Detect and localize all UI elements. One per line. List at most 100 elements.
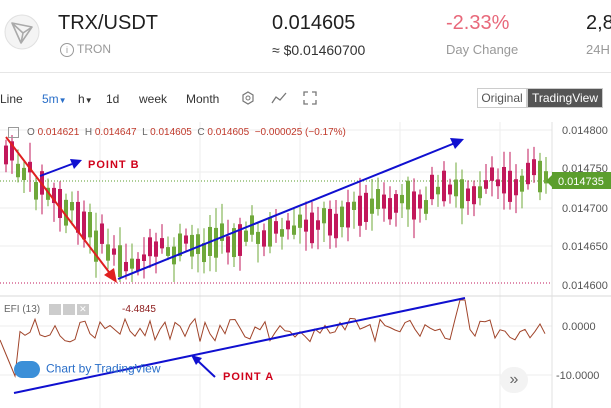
candle-body: [508, 170, 512, 202]
current-price-badge: 0.014735: [546, 172, 611, 189]
caret-down-icon: ▼: [58, 96, 67, 105]
candle-body: [214, 227, 218, 258]
low-label: L: [142, 127, 148, 139]
credit-text: Chart by TradingView: [46, 361, 161, 376]
view-tradingview-button[interactable]: TradingView: [527, 88, 603, 108]
candle-body: [334, 213, 338, 239]
candle-body: [106, 244, 110, 261]
candle-body: [22, 167, 26, 181]
view-original-button[interactable]: Original: [477, 88, 527, 108]
candle-body: [430, 174, 434, 200]
candle-body: [472, 186, 476, 205]
candle-body: [460, 179, 464, 209]
candle-body: [346, 202, 350, 228]
candle-body: [268, 217, 272, 247]
candle-body: [400, 194, 404, 204]
candle-body: [352, 201, 356, 210]
candle-body: [292, 225, 296, 235]
candle-body: [424, 200, 428, 214]
fullscreen-icon[interactable]: [303, 91, 317, 108]
point-a-pointer-arrow: [191, 355, 216, 378]
interval-line[interactable]: Line: [0, 92, 23, 106]
candle-body: [328, 208, 332, 236]
interval-5m[interactable]: 5m▼: [42, 92, 67, 106]
efi-visibility-icon[interactable]: [48, 304, 61, 315]
interval-week[interactable]: week: [139, 92, 167, 106]
candle-body: [382, 194, 386, 209]
candle-body: [484, 180, 488, 189]
double-chevron-right-icon: »: [509, 371, 519, 388]
candle-body: [148, 237, 152, 257]
candle-body: [520, 175, 524, 192]
collapse-icon[interactable]: [8, 127, 19, 138]
candle-body: [166, 247, 170, 256]
candle-body: [82, 211, 86, 240]
current-price: 0.014735: [558, 176, 604, 188]
high-value: 0.014647: [94, 127, 137, 139]
scroll-right-button[interactable]: »: [500, 367, 528, 393]
candle-body: [340, 206, 344, 228]
candle-body: [310, 212, 314, 244]
candle-body: [226, 236, 230, 253]
candle-body: [160, 238, 164, 249]
candle-body: [514, 179, 518, 196]
efi-name: EFI (13): [4, 304, 41, 316]
candle-body: [280, 229, 284, 237]
price-tick: 0.014650: [562, 241, 608, 253]
last-price: 0.014605: [272, 12, 356, 34]
point-b-label: POINT B: [88, 159, 140, 171]
price-tick: 0.014600: [562, 280, 608, 292]
candle-body: [412, 191, 416, 220]
candle-body: [274, 221, 278, 234]
change-value: −0.000025 (−0.17%): [254, 127, 346, 139]
candle-body: [112, 248, 116, 255]
efi-value: -4.4845: [122, 304, 156, 315]
candle-body: [496, 179, 500, 187]
candle-body: [58, 188, 62, 218]
candle-body: [118, 245, 122, 278]
tradingview-cloud-icon: [14, 361, 40, 378]
candle-body: [34, 182, 38, 200]
close-value: 0.014605: [207, 127, 250, 139]
interval-h-label: h: [78, 92, 85, 106]
candle-body: [436, 186, 440, 195]
interval-1d[interactable]: 1d: [106, 92, 119, 106]
efi-tick: 0.0000: [562, 321, 596, 333]
close-label: C: [197, 127, 205, 139]
candle-body: [406, 180, 410, 210]
candle-body: [448, 184, 452, 195]
open-value: 0.014621: [37, 127, 80, 139]
candle-body: [418, 194, 422, 209]
candle-body: [364, 192, 368, 222]
candle-body: [532, 159, 536, 176]
efi-close-icon[interactable]: ✕: [76, 304, 89, 315]
interval-month[interactable]: Month: [186, 92, 219, 106]
candle-body: [316, 220, 320, 230]
candle-body: [526, 162, 530, 185]
network-label: i TRON: [60, 42, 111, 57]
candle-body: [190, 234, 194, 257]
pair-title: TRX/USDT: [58, 12, 158, 34]
candle-body: [130, 258, 134, 269]
day-change-value: -2.33%: [446, 12, 510, 34]
tradingview-credit[interactable]: Chart by TradingView: [14, 361, 161, 378]
price-axis: 0.014800 0.014750 0.014700 0.014650 0.01…: [556, 125, 608, 382]
candle-body: [454, 179, 458, 197]
candle-body: [388, 198, 392, 220]
price-tick: 0.014700: [562, 203, 608, 215]
candle-body: [298, 214, 302, 228]
candle-body: [88, 212, 92, 238]
efi-legend: EFI (13) ✕: [4, 304, 89, 315]
low-value: 0.014605: [150, 127, 192, 139]
price-tick: 0.014800: [562, 125, 608, 137]
indicators-icon[interactable]: [271, 91, 287, 108]
network-name: TRON: [77, 42, 111, 56]
candle-body: [502, 166, 506, 194]
ohlc-legend: O 0.014621 H 0.014647 L 0.014605 C 0.014…: [8, 127, 346, 138]
efi-tick: -10.0000: [556, 370, 599, 382]
interval-h[interactable]: h▼: [78, 92, 93, 106]
tron-logo-icon: [4, 14, 40, 50]
efi-settings-icon[interactable]: [62, 304, 75, 315]
settings-gear-icon[interactable]: [241, 91, 255, 108]
interval-5m-label: 5m: [42, 92, 59, 106]
